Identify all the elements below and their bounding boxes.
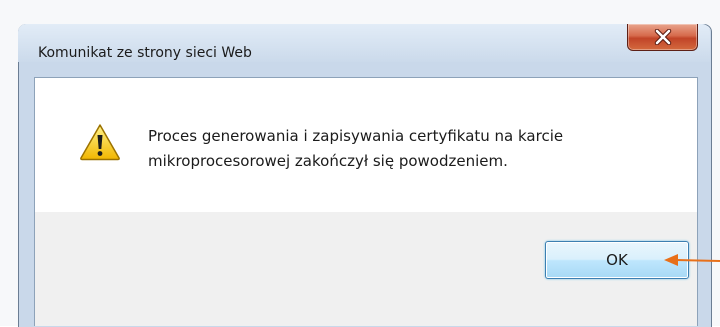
close-icon [654, 29, 672, 45]
callout-arrow [664, 254, 720, 266]
dialog-title: Komunikat ze strony sieci Web [38, 45, 252, 61]
warning-icon [80, 124, 120, 161]
message-line-2: mikroprocesorowej zakończył się powodzen… [148, 152, 508, 170]
message-line-1: Proces generowania i zapisywania certyfi… [148, 127, 564, 145]
close-button[interactable] [627, 24, 698, 51]
dialog-message: Proces generowania i zapisywania certyfi… [148, 124, 668, 174]
